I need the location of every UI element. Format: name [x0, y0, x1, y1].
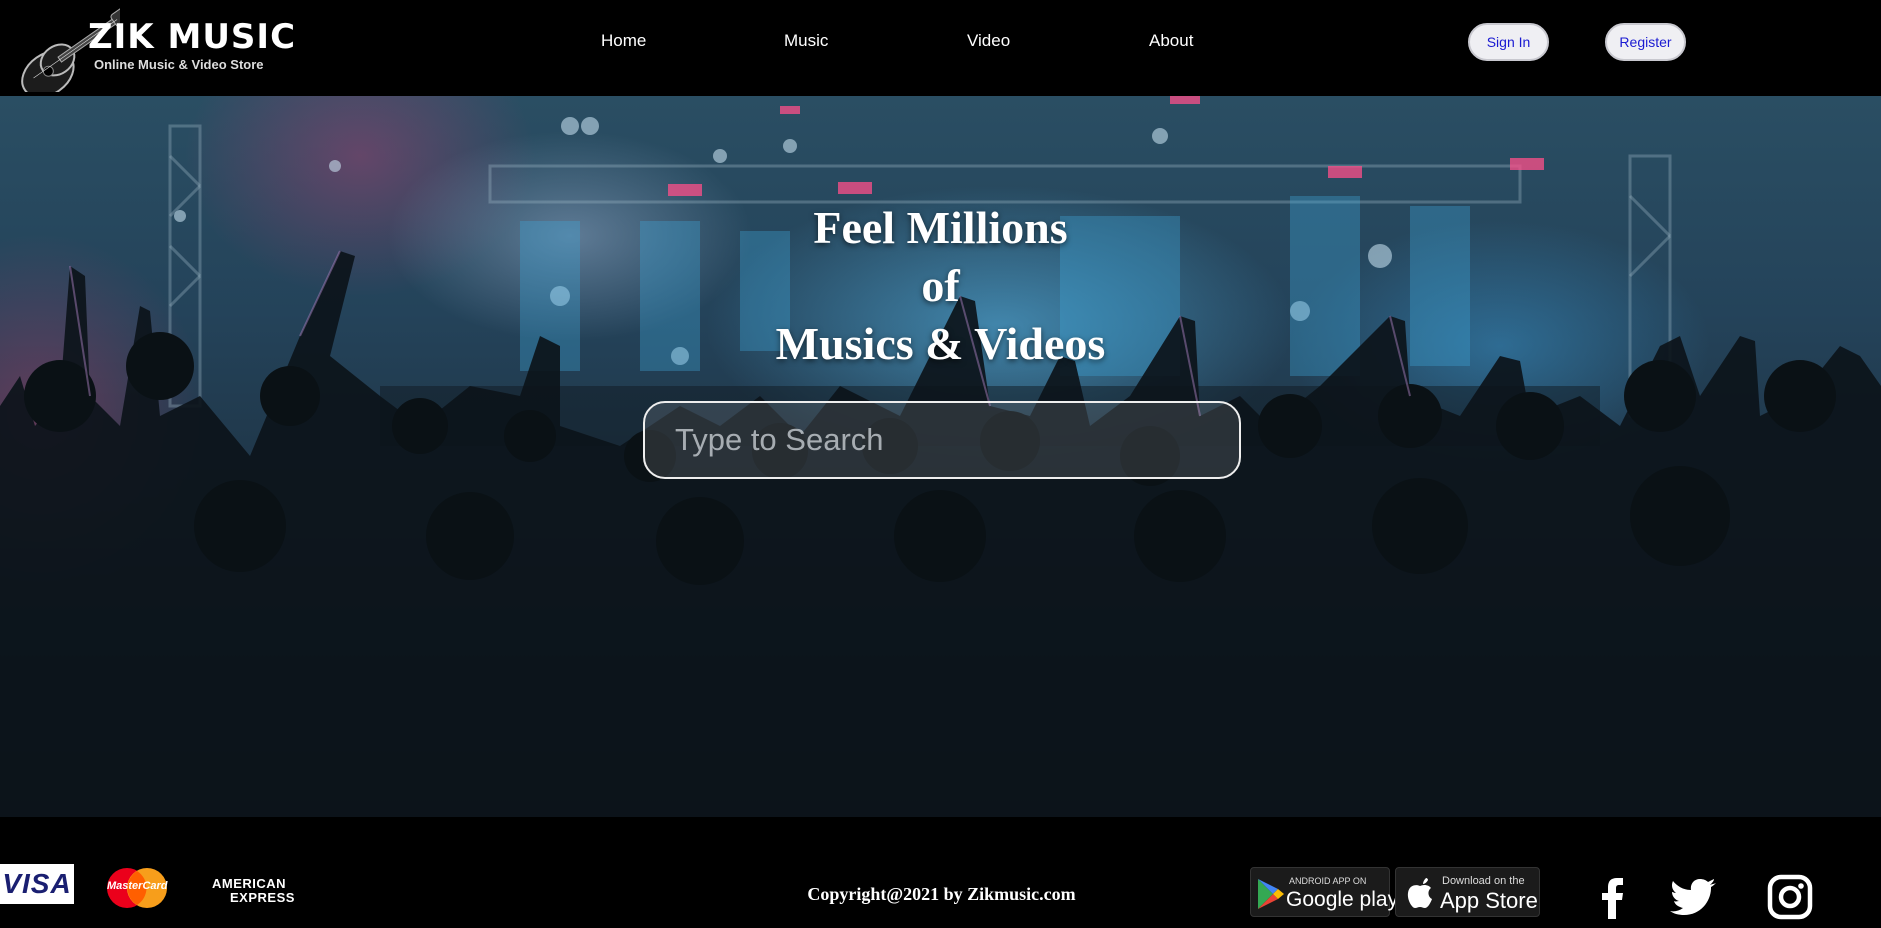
site-footer: VISA MasterCard AMERICAN EXPRESS Copyrig…: [0, 817, 1881, 928]
sign-in-button[interactable]: Sign In: [1468, 23, 1549, 61]
nav-about[interactable]: About: [1149, 31, 1193, 51]
facebook-icon[interactable]: [1589, 873, 1637, 921]
twitter-icon[interactable]: [1670, 873, 1718, 921]
nav-home[interactable]: Home: [601, 31, 646, 51]
google-play-small-text: ANDROID APP ON: [1289, 876, 1367, 886]
hero-title: Feel Millions of Musics & Videos: [0, 199, 1881, 373]
google-play-big-text: Google play: [1286, 888, 1399, 911]
app-store-small-text: Download on the: [1442, 875, 1525, 887]
apple-icon: [1407, 878, 1432, 908]
app-store-badge[interactable]: Download on the App Store: [1395, 867, 1540, 917]
top-header: ZIK MUSIC Online Music & Video Store Hom…: [0, 0, 1881, 96]
nav-video[interactable]: Video: [967, 31, 1010, 51]
instagram-icon[interactable]: [1766, 873, 1814, 921]
main-nav: Home Music Video About: [0, 31, 1881, 55]
register-button[interactable]: Register: [1605, 23, 1686, 61]
hero-title-line-2: of: [921, 260, 960, 311]
search-input[interactable]: [643, 401, 1241, 479]
logo-subtitle: Online Music & Video Store: [94, 57, 264, 72]
hero-title-line-1: Feel Millions: [813, 202, 1068, 253]
hero-title-line-3: Musics & Videos: [775, 318, 1106, 369]
app-store-big-text: App Store: [1440, 888, 1538, 913]
google-play-icon: [1258, 879, 1284, 909]
google-play-badge[interactable]: ANDROID APP ON Google play: [1250, 867, 1398, 917]
copyright-label: Copyright@2021 by Zikmusic.com: [807, 884, 1076, 904]
nav-music[interactable]: Music: [784, 31, 828, 51]
hero-banner: Feel Millions of Musics & Videos: [0, 96, 1881, 817]
